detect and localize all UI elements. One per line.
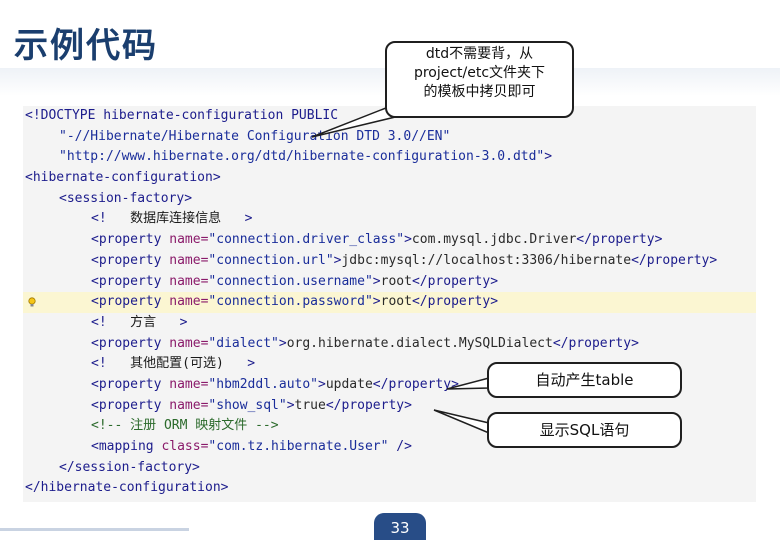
page-number-badge: 33 [374,513,426,540]
show-sql-callout-pointer [433,409,490,435]
dtd-note-line-1: dtd不需要背，从 [425,46,534,62]
footer-divider [0,528,189,531]
show-sql-note-callout: 显示SQL语句 [487,412,682,448]
dtd-note-line-3: 的模板中拷贝即可 [423,84,536,100]
dtd-note-callout: dtd不需要背，从 project/etc文件夹下 的模板中拷贝即可 [385,41,574,118]
dtd-note-line-2: project/etc文件夹下 [413,65,546,81]
hbm2ddl-callout-pointer [446,377,490,390]
hbm2ddl-note-callout: 自动产生table [487,362,682,398]
